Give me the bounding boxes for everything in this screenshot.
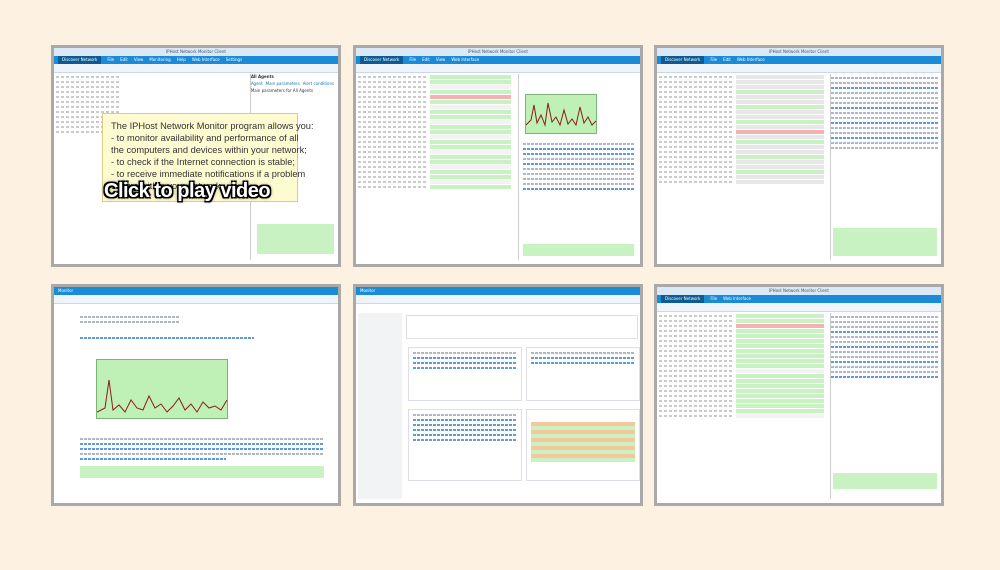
toolbar: [657, 64, 941, 73]
menu-discover-network: Discover Network: [58, 56, 102, 64]
toolbar: [657, 303, 941, 312]
video-thumbnail-overview[interactable]: IPHost Network Monitor Client Discover N…: [51, 45, 341, 267]
tooltip-line: - to check if the Internet connection is…: [111, 157, 295, 167]
alerts-panel: [830, 313, 939, 499]
group-title: All Agents: [250, 74, 274, 79]
tooltip-line: - to monitor availability and performanc…: [111, 133, 299, 143]
log-area: [256, 224, 334, 254]
menu-help: Help: [176, 57, 186, 62]
menu-monitoring: Monitoring: [149, 57, 171, 62]
menu-web-interface: Web Interface: [723, 296, 751, 301]
tooltip-line: The IPHost Network Monitor program allow…: [111, 121, 314, 131]
play-video-label[interactable]: Click to play video: [104, 180, 338, 203]
tabs: [356, 295, 640, 304]
down-monitors-card: [408, 347, 522, 401]
menu-discover-network: Discover Network: [360, 56, 404, 64]
window-title: IPHost Network Monitor Client: [657, 287, 941, 295]
tabs: [54, 295, 338, 304]
video-thumbnail-report[interactable]: Monitor: [51, 284, 341, 506]
window-title: Monitor: [54, 287, 338, 295]
menu-file: File: [710, 57, 718, 62]
filter-box: [406, 315, 638, 339]
window-title: IPHost Network Monitor Client: [657, 48, 941, 56]
menu-bar: Discover Network File Edit Web Interface: [657, 56, 941, 64]
monitor-tree: [659, 313, 824, 499]
menu-file: File: [409, 57, 417, 62]
menu-web-interface: Web Interface: [736, 57, 765, 62]
menu-bar: Discover Network File Edit View Web Inte…: [356, 56, 640, 64]
window-title: Monitor: [356, 287, 640, 295]
latest-log-entries-card: [526, 409, 640, 481]
tooltip-line: - to receive immediate notifications if …: [111, 169, 306, 179]
monitor-tree: [358, 74, 512, 260]
report-chart: [96, 359, 228, 419]
menu-file: File: [107, 57, 115, 62]
menu-bar: Discover Network File Edit View Monitori…: [54, 56, 338, 64]
performance-chart: [524, 94, 597, 134]
video-thumbnail-alerts[interactable]: IPHost Network Monitor Client Discover N…: [654, 284, 944, 506]
video-thumbnail-web-interface[interactable]: Monitor: [353, 284, 643, 506]
menu-edit: Edit: [422, 57, 430, 62]
toolbar: [54, 64, 338, 73]
menu-discover-network: Discover Network: [661, 295, 705, 303]
menu-edit: Edit: [723, 57, 731, 62]
toolbar: [356, 64, 640, 73]
video-thumbnail-monitor-settings[interactable]: IPHost Network Monitor Client Discover N…: [654, 45, 944, 267]
menu-file: File: [710, 296, 718, 301]
tab-main-parameters: Main parameters: [265, 81, 300, 86]
results-table: [80, 466, 324, 478]
log-area: [522, 244, 634, 256]
menu-edit: Edit: [120, 57, 128, 62]
properties-panel: [830, 74, 939, 260]
warnings-card: [526, 347, 640, 401]
favorites-card: [408, 409, 522, 481]
video-thumbnail-monitor-list[interactable]: IPHost Network Monitor Client Discover N…: [353, 45, 643, 267]
panel-title: Main parameters for All Agents: [250, 88, 314, 93]
log-area: [833, 228, 937, 256]
menu-view: View: [435, 57, 446, 62]
tooltip-line: the computers and devices within your ne…: [111, 145, 307, 155]
menu-bar: Discover Network File Web Interface: [657, 295, 941, 303]
menu-view: View: [133, 57, 144, 62]
menu-web-interface: Web Interface: [451, 57, 480, 62]
window-title: IPHost Network Monitor Client: [356, 48, 640, 56]
monitor-tree: [659, 74, 824, 260]
detail-panel: [517, 74, 638, 260]
menu-web-interface: Web Interface: [191, 57, 220, 62]
menu-settings: Settings: [225, 57, 243, 62]
window-title: IPHost Network Monitor Client: [54, 48, 338, 56]
tab-alert-conditions: Alert conditions: [302, 81, 335, 86]
log-area: [833, 473, 937, 489]
menu-discover-network: Discover Network: [661, 56, 705, 64]
tab-agent: Agent: [250, 81, 263, 86]
sidebar: [358, 313, 402, 499]
